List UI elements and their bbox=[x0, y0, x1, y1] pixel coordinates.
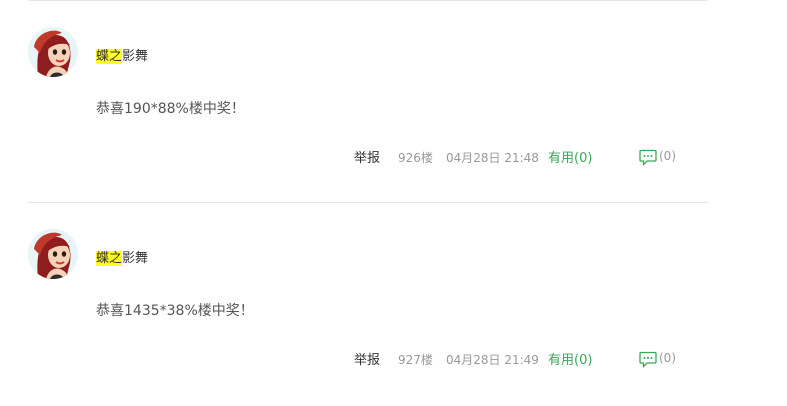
floor-number: 927楼 bbox=[398, 353, 433, 367]
reply-post: 蝶之影舞 恭喜1435*38%楼中奖！ 举报 927楼 04月28日 21:49… bbox=[0, 204, 787, 406]
report-button[interactable]: 举报 bbox=[354, 349, 380, 368]
useful-button[interactable]: 有用(0) bbox=[548, 147, 592, 166]
post-content: 恭喜1435*38%楼中奖！ bbox=[96, 303, 254, 319]
post-content: 恭喜190*88%楼中奖！ bbox=[96, 101, 245, 117]
post-timestamp: 04月28日 21:49 bbox=[446, 353, 539, 367]
comment-count: (0) bbox=[659, 149, 676, 163]
username-highlight: 蝶之 bbox=[96, 49, 123, 64]
comment-bubble-icon bbox=[639, 149, 657, 166]
report-button[interactable]: 举报 bbox=[354, 147, 380, 166]
avatar[interactable] bbox=[28, 27, 78, 77]
post-actions: 举报 926楼 04月28日 21:48 有用(0) (0) bbox=[0, 146, 787, 166]
post-timestamp: 04月28日 21:48 bbox=[446, 151, 539, 165]
top-divider bbox=[28, 0, 708, 1]
comment-count: (0) bbox=[659, 351, 676, 365]
username[interactable]: 蝶之影舞 bbox=[96, 48, 148, 66]
post-divider bbox=[28, 202, 708, 203]
comment-bubble-icon bbox=[639, 351, 657, 368]
useful-button[interactable]: 有用(0) bbox=[548, 349, 592, 368]
reply-post: 蝶之影舞 恭喜190*88%楼中奖！ 举报 926楼 04月28日 21:48 … bbox=[0, 2, 787, 204]
username-rest: 影舞 bbox=[122, 251, 149, 266]
floor-number: 926楼 bbox=[398, 151, 433, 165]
username-rest: 影舞 bbox=[122, 49, 149, 64]
post-actions: 举报 927楼 04月28日 21:49 有用(0) (0) bbox=[0, 348, 787, 368]
username[interactable]: 蝶之影舞 bbox=[96, 250, 148, 268]
username-highlight: 蝶之 bbox=[96, 251, 123, 266]
avatar[interactable] bbox=[28, 229, 78, 279]
